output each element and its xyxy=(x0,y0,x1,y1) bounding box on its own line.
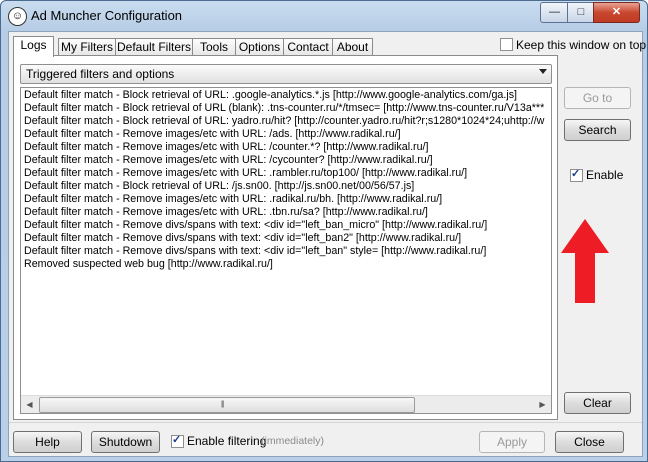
title-bar[interactable]: ☺ Ad Muncher Configuration — □ ✕ xyxy=(1,1,647,31)
shutdown-button[interactable]: Shutdown xyxy=(91,431,160,453)
enable-checkbox[interactable] xyxy=(570,167,583,182)
enable-label[interactable]: Enable xyxy=(586,168,623,182)
tab-my-filters[interactable]: My Filters xyxy=(58,38,116,56)
log-filter-value: Triggered filters and options xyxy=(26,67,175,81)
log-line[interactable]: Default filter match - Block retrieval o… xyxy=(24,102,551,115)
keep-on-top-label[interactable]: Keep this window on top xyxy=(516,38,646,52)
help-button[interactable]: Help xyxy=(13,431,82,453)
log-line[interactable]: Default filter match - Remove images/etc… xyxy=(24,141,551,154)
close-window-button[interactable]: ✕ xyxy=(593,2,640,23)
chevron-down-icon xyxy=(539,69,547,74)
log-line[interactable]: Default filter match - Remove images/etc… xyxy=(24,128,551,141)
log-line[interactable]: Default filter match - Remove images/etc… xyxy=(24,167,551,180)
enable-filtering-checkbox[interactable] xyxy=(171,433,184,448)
grip-icon: ||| xyxy=(221,401,225,408)
tab-logs[interactable]: Logs xyxy=(13,36,54,57)
tab-tools[interactable]: Tools xyxy=(192,38,236,56)
footer-divider xyxy=(9,422,642,423)
horizontal-scrollbar[interactable]: ◀ ||| ▶ xyxy=(21,395,551,413)
tab-contact[interactable]: Contact xyxy=(283,38,333,56)
minimize-button[interactable]: — xyxy=(540,2,569,23)
log-line[interactable]: Removed suspected web bug [http://www.ra… xyxy=(24,258,551,271)
scroll-right-icon[interactable]: ▶ xyxy=(534,396,551,413)
red-arrow-up-icon xyxy=(561,219,609,303)
log-line[interactable]: Default filter match - Remove divs/spans… xyxy=(24,219,551,232)
log-line[interactable]: Default filter match - Remove divs/spans… xyxy=(24,232,551,245)
apply-button[interactable]: Apply xyxy=(479,431,545,453)
log-line[interactable]: Default filter match - Block retrieval o… xyxy=(24,180,551,193)
maximize-button[interactable]: □ xyxy=(567,2,595,23)
log-line[interactable]: Default filter match - Remove images/etc… xyxy=(24,193,551,206)
log-line[interactable]: Default filter match - Remove images/etc… xyxy=(24,206,551,219)
log-line[interactable]: Default filter match - Block retrieval o… xyxy=(24,115,551,128)
close-button[interactable]: Close xyxy=(555,431,624,453)
scroll-left-icon[interactable]: ◀ xyxy=(21,396,38,413)
tab-default-filters[interactable]: Default Filters xyxy=(115,38,193,56)
log-line[interactable]: Default filter match - Block retrieval o… xyxy=(24,89,551,102)
log-line[interactable]: Default filter match - Remove divs/spans… xyxy=(24,245,551,258)
log-filter-dropdown[interactable]: Triggered filters and options xyxy=(20,64,552,84)
immediately-note: (immediately) xyxy=(261,435,325,447)
tab-about[interactable]: About xyxy=(332,38,373,56)
window-title: Ad Muncher Configuration xyxy=(31,8,183,23)
keep-on-top-checkbox[interactable] xyxy=(500,38,513,51)
logs-panel: Triggered filters and options Default fi… xyxy=(13,55,558,420)
ad-muncher-icon[interactable]: ☺ xyxy=(8,7,27,26)
tab-options[interactable]: Options xyxy=(235,38,284,56)
app-window: ☺ Ad Muncher Configuration — □ ✕ Logs My… xyxy=(0,0,648,462)
enable-filtering-label[interactable]: Enable filtering xyxy=(187,434,266,448)
log-lines: Default filter match - Block retrieval o… xyxy=(24,89,551,271)
clear-button[interactable]: Clear xyxy=(564,392,631,414)
log-line[interactable]: Default filter match - Remove images/etc… xyxy=(24,154,551,167)
search-button[interactable]: Search xyxy=(564,119,631,141)
goto-button[interactable]: Go to xyxy=(564,87,631,109)
dialog-body: Logs My Filters Default Filters Tools Op… xyxy=(8,31,646,457)
scrollbar-thumb[interactable]: ||| xyxy=(39,397,415,413)
log-list[interactable]: Default filter match - Block retrieval o… xyxy=(20,87,552,414)
